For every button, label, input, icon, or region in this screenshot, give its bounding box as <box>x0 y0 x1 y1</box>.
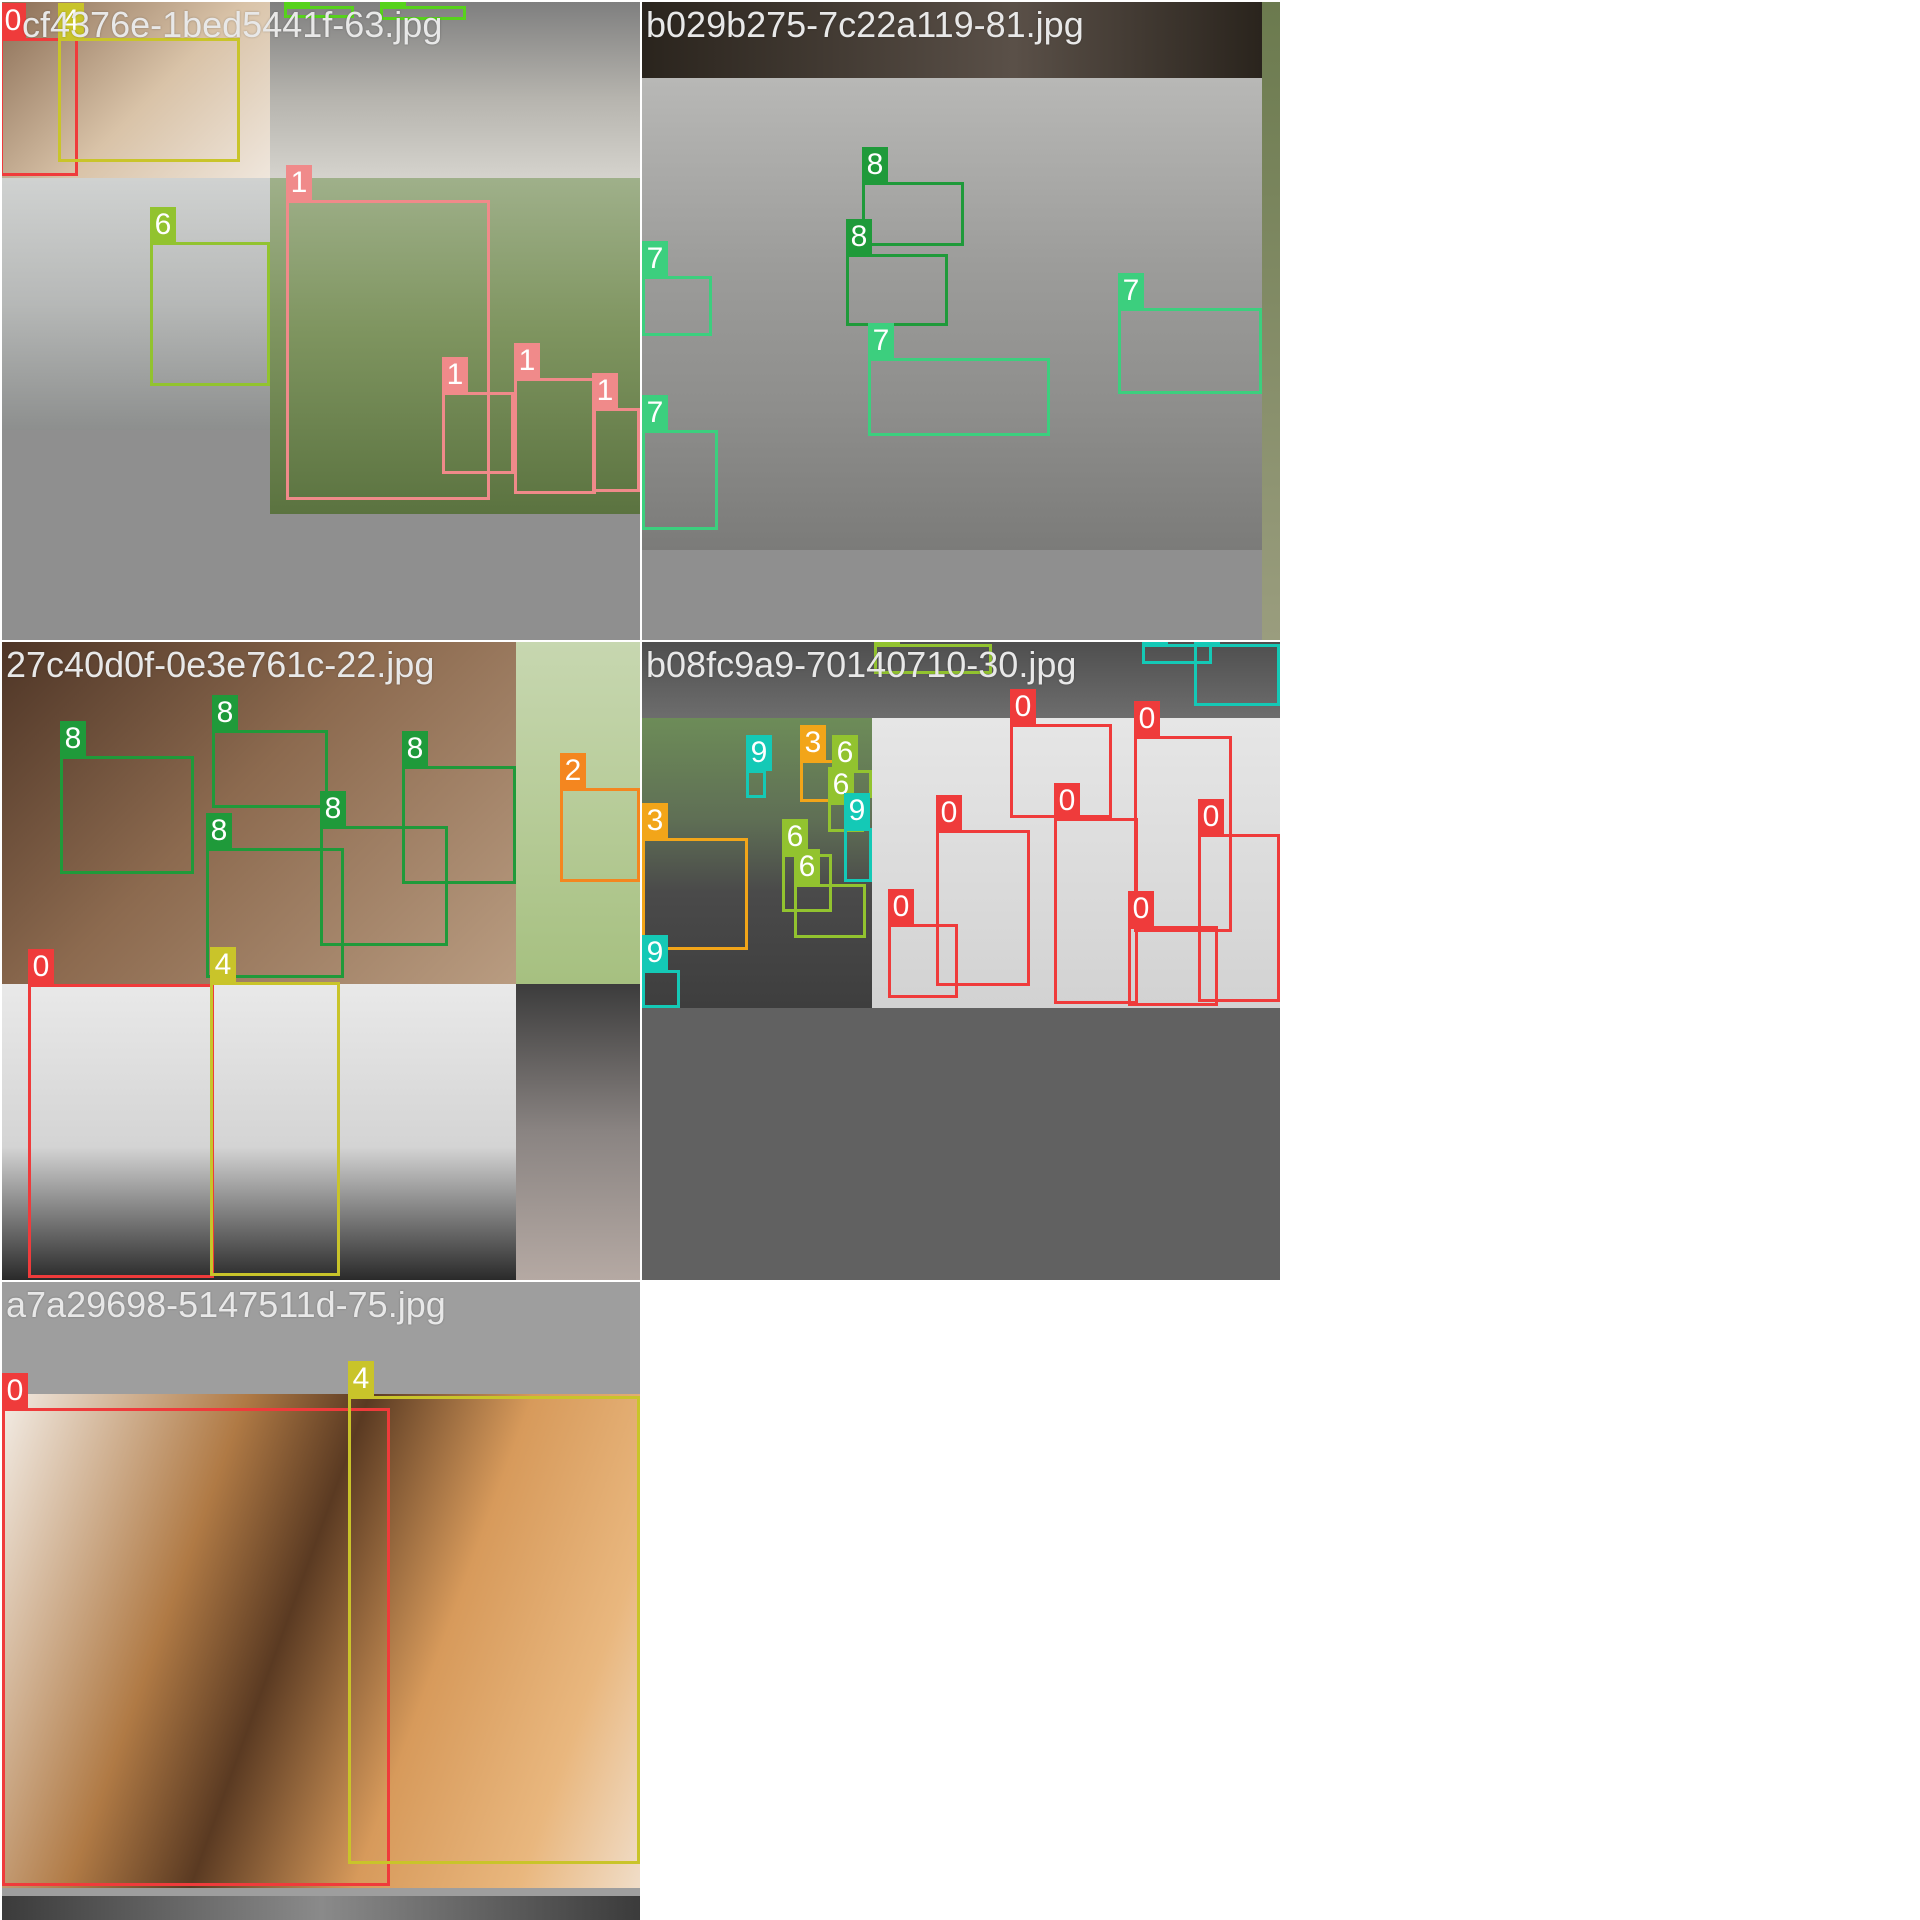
tile-filename: b029b275-7c22a119-81.jpg <box>646 4 1084 45</box>
bbox-2: 2 <box>560 753 640 882</box>
bbox-0: 0 <box>888 889 958 998</box>
class-label: 0 <box>1010 689 1036 725</box>
class-label: 8 <box>846 219 872 255</box>
tile-filename: cf4376e-1bed5441f-63.jpg <box>22 4 443 45</box>
bbox-0: 0 <box>28 949 214 1278</box>
class-label: 9 <box>746 735 772 771</box>
bbox-8: 8 <box>320 791 448 946</box>
bbox-1: 1 <box>442 357 514 474</box>
mosaic-tile-3: 27c40d0f-0e3e761c-22.jpg 8 8 8 8 8 2 0 4 <box>2 642 640 1280</box>
class-label: 8 <box>402 731 428 767</box>
class-label: 8 <box>862 147 888 183</box>
class-label: 0 <box>1198 799 1224 835</box>
bbox-6: 6 <box>794 849 866 938</box>
class-label: 1 <box>286 165 312 201</box>
class-label: 7 <box>642 395 668 431</box>
class-label: 8 <box>206 813 232 849</box>
class-label: 0 <box>936 795 962 831</box>
class-label: 4 <box>210 947 236 983</box>
class-label: 7 <box>642 241 668 277</box>
mosaic-tile-1: cf4376e-1bed5441f-63.jpg 0 4 5 5 6 1 1 1… <box>2 2 640 640</box>
bbox-3: 3 <box>642 803 748 950</box>
class-label: 0 <box>888 889 914 925</box>
class-label: 7 <box>1118 273 1144 309</box>
class-label: 8 <box>320 791 346 827</box>
bbox-8: 8 <box>862 147 964 246</box>
class-label: 9 <box>844 793 870 829</box>
feet-image <box>516 984 640 1280</box>
bbox-1: 1 <box>514 343 596 494</box>
class-label: 2 <box>560 753 586 789</box>
tile-filename: 27c40d0f-0e3e761c-22.jpg <box>6 644 435 685</box>
mosaic-tile-4: b08fc9a9-70140710-30.jpg 6 9 9 9 3 6 6 9… <box>642 642 1280 1280</box>
bbox-1: 1 <box>592 373 640 492</box>
bbox-7: 7 <box>1118 273 1262 394</box>
mosaic-tile-5: a7a29698-5147511d-75.jpg 0 4 <box>2 1282 640 1920</box>
class-label: 9 <box>1194 642 1220 645</box>
class-label: 8 <box>212 695 238 731</box>
class-label: 9 <box>1142 642 1168 645</box>
class-label: 6 <box>150 207 176 243</box>
class-label: 0 <box>1128 891 1154 927</box>
bbox-4: 4 <box>210 947 340 1276</box>
bbox-7: 7 <box>868 323 1050 436</box>
bbox-4: 4 <box>348 1361 640 1864</box>
class-label: 0 <box>1054 783 1080 819</box>
class-label: 3 <box>800 725 826 761</box>
bbox-0: 0 <box>1128 891 1218 1006</box>
mosaic-tile-2: b029b275-7c22a119-81.jpg 8 8 7 7 7 7 <box>642 2 1280 640</box>
tile-filename: b08fc9a9-70140710-30.jpg <box>646 644 1077 685</box>
class-label: 0 <box>1134 701 1160 737</box>
bbox-0: 0 <box>2 1373 390 1886</box>
class-label: 7 <box>868 323 894 359</box>
class-label: 6 <box>794 849 820 885</box>
class-label: 0 <box>28 949 54 985</box>
bbox-9: 9 <box>1194 642 1280 706</box>
class-label: 6 <box>832 735 858 771</box>
tile-filename: a7a29698-5147511d-75.jpg <box>6 1284 446 1325</box>
bbox-0: 0 <box>1054 783 1138 1004</box>
traffic-strip-image <box>2 1896 640 1920</box>
class-label: 8 <box>60 721 86 757</box>
class-label: 3 <box>642 803 668 839</box>
side-strip-image <box>1262 2 1280 640</box>
bbox-8: 8 <box>60 721 194 874</box>
bbox-7: 7 <box>642 395 718 530</box>
bbox-9: 9 <box>746 735 772 798</box>
class-label: 1 <box>514 343 540 379</box>
class-label: 1 <box>442 357 468 393</box>
bbox-8: 8 <box>846 219 948 326</box>
bbox-4: 4 <box>58 3 240 162</box>
class-label: 4 <box>348 1361 374 1397</box>
class-label: 0 <box>2 1373 28 1409</box>
bbox-9: 9 <box>642 935 680 1008</box>
bbox-9: 9 <box>844 793 872 882</box>
bbox-7: 7 <box>642 241 712 336</box>
bbox-6: 6 <box>150 207 270 386</box>
class-label: 1 <box>592 373 618 409</box>
bbox-8: 8 <box>212 695 328 808</box>
class-label: 9 <box>642 935 668 971</box>
